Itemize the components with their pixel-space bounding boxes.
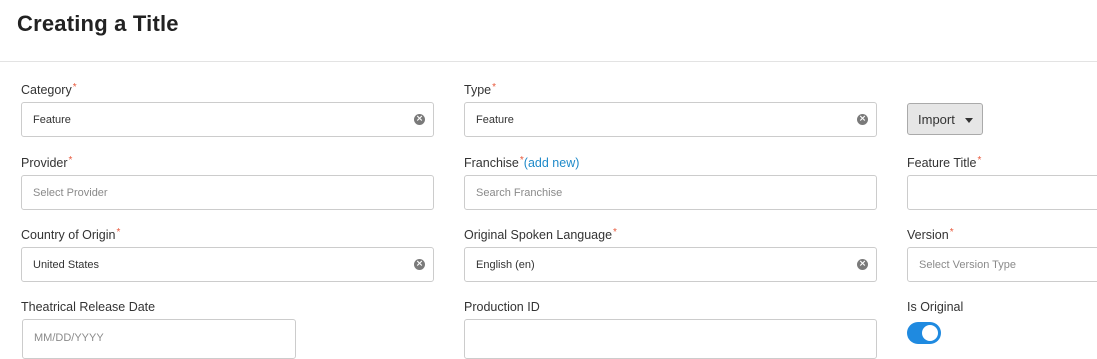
import-button[interactable]: Import [907, 103, 983, 135]
feature-title-input[interactable] [907, 175, 1097, 210]
is-original-label: Is Original [907, 300, 964, 314]
clear-x-icon[interactable]: × [414, 114, 425, 125]
required-marker: * [68, 155, 73, 166]
release-date-placeholder: MM/DD/YYYY [34, 332, 104, 344]
production-id-input[interactable] [464, 319, 877, 359]
language-select[interactable]: English (en) × [464, 247, 877, 282]
franchise-placeholder: Search Franchise [476, 187, 563, 199]
version-select[interactable]: Select Version Type [907, 247, 1097, 282]
category-value: Feature [33, 114, 71, 126]
type-label: Type* [464, 82, 497, 97]
page-title: Creating a Title [17, 11, 179, 36]
release-date-label: Theatrical Release Date [21, 300, 156, 314]
type-value: Feature [476, 114, 514, 126]
required-marker: * [519, 155, 524, 166]
add-new-franchise-link[interactable]: add new [528, 156, 575, 170]
clear-x-icon[interactable]: × [414, 259, 425, 270]
provider-select[interactable]: Select Provider [21, 175, 434, 210]
release-date-input[interactable]: MM/DD/YYYY [22, 319, 296, 359]
clear-x-icon[interactable]: × [857, 259, 868, 270]
required-marker: * [116, 227, 121, 238]
required-marker: * [492, 82, 497, 93]
is-original-toggle[interactable] [907, 322, 941, 344]
clear-x-icon[interactable]: × [857, 114, 868, 125]
franchise-label: Franchise*(add new) [464, 155, 580, 170]
toggle-knob [922, 325, 938, 341]
franchise-search-input[interactable]: Search Franchise [464, 175, 877, 210]
feature-title-label: Feature Title* [907, 155, 982, 170]
version-placeholder: Select Version Type [919, 259, 1017, 271]
country-select[interactable]: United States × [21, 247, 434, 282]
caret-down-icon [965, 118, 973, 123]
required-marker: * [72, 82, 77, 93]
required-marker: * [949, 227, 954, 238]
country-label: Country of Origin* [21, 227, 121, 242]
type-select[interactable]: Feature × [464, 102, 877, 137]
import-button-label: Import [918, 112, 955, 127]
production-id-label: Production ID [464, 300, 540, 314]
provider-placeholder: Select Provider [33, 187, 108, 199]
language-value: English (en) [476, 259, 535, 271]
required-marker: * [613, 227, 617, 238]
category-select[interactable]: Feature × [21, 102, 434, 137]
country-value: United States [33, 259, 100, 271]
language-label: Original Spoken Language* [464, 227, 617, 242]
required-marker: * [977, 155, 982, 166]
category-label: Category* [21, 82, 77, 97]
header-divider [0, 61, 1097, 62]
provider-label: Provider* [21, 155, 73, 170]
version-label: Version* [907, 227, 954, 242]
